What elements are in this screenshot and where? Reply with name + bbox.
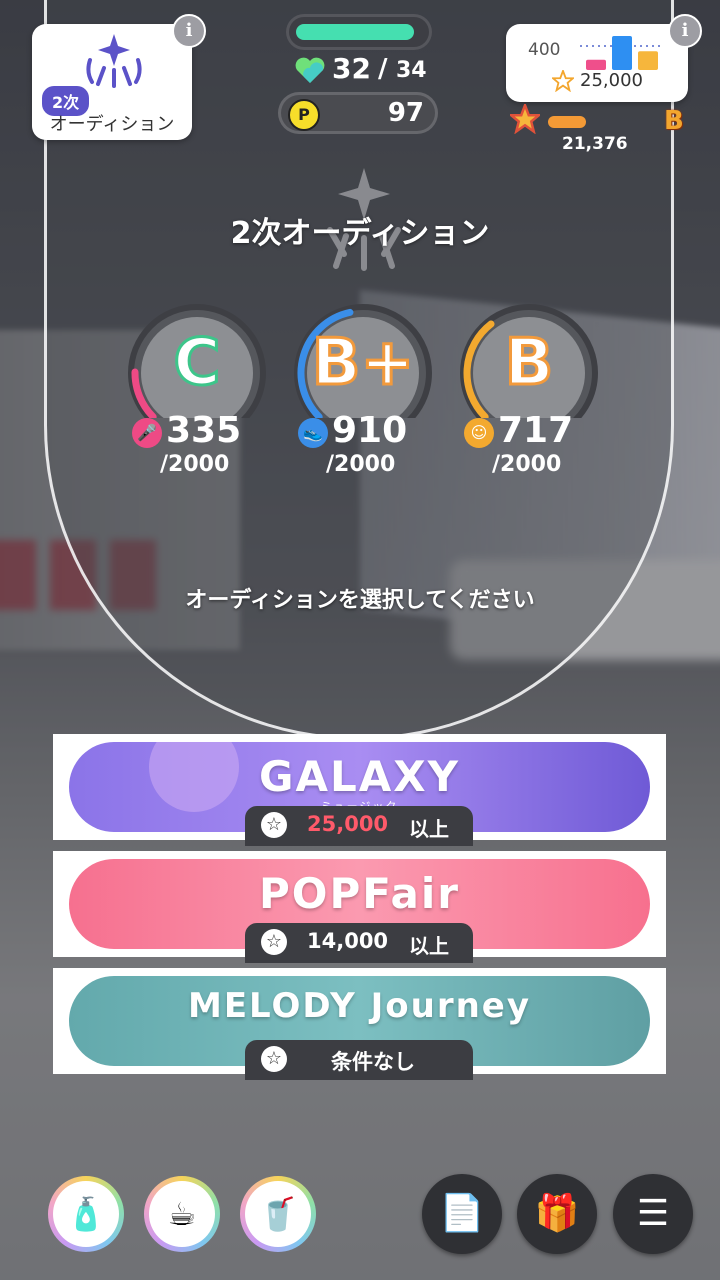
fan-progress-card[interactable]: 400 25,000: [506, 24, 688, 102]
progress-fill: [548, 116, 586, 128]
stamina-bar: [286, 14, 432, 50]
audition-popfair[interactable]: POPFair ☆ 14,000 以上: [53, 851, 666, 963]
dance-max: /2000: [326, 452, 396, 477]
visual-grade: B: [503, 325, 555, 402]
bar-graph-icon: [580, 36, 664, 70]
star-icon: ☆: [261, 1046, 287, 1072]
shoe-icon: 👟: [298, 418, 328, 448]
current-fans: 21,376: [562, 134, 628, 154]
popfair-requirement-unit: 以上: [409, 934, 449, 958]
galaxy-requirement-value: 25,000: [307, 812, 389, 836]
memo-button[interactable]: 📄: [422, 1174, 502, 1254]
shop-button[interactable]: 🎁: [517, 1174, 597, 1254]
visual-value: 717: [498, 410, 574, 451]
vocal-grade: C: [172, 325, 222, 402]
tea-cup-item[interactable]: ☕: [144, 1176, 220, 1252]
star-icon: ☆: [261, 812, 287, 838]
vocal-value: 335: [166, 410, 242, 451]
stat-dance: B+ 👟 910 /2000: [288, 298, 438, 488]
melody-logo: MELODY Journey: [187, 986, 532, 1026]
dance-value: 910: [332, 410, 408, 451]
star-rank-icon: [510, 104, 540, 134]
audition-label: オーディション: [49, 114, 175, 135]
galaxy-requirement: ☆ 25,000 以上: [245, 806, 473, 846]
tumbler-item[interactable]: 🥤: [240, 1176, 316, 1252]
stamina-fill: [296, 24, 415, 40]
target-value: 25,000: [580, 70, 643, 91]
popfair-requirement-value: 14,000: [307, 929, 389, 953]
points-value: 97: [387, 98, 424, 128]
galaxy-requirement-unit: 以上: [409, 817, 449, 841]
melody-requirement: ☆ 条件なし: [245, 1040, 473, 1080]
stamina-separator: /: [378, 54, 388, 84]
audition-stage-card[interactable]: 2次 オーディション: [32, 24, 192, 140]
stat-vocal: C 🎤 335 /2000: [122, 298, 272, 488]
vocal-max: /2000: [160, 452, 230, 477]
info-icon[interactable]: i: [172, 14, 206, 48]
points-counter: P 97: [278, 92, 438, 134]
visual-max: /2000: [492, 452, 562, 477]
melody-requirement-value: 条件なし: [331, 1050, 415, 1074]
microphone-icon: 🎤: [132, 418, 162, 448]
audition-galaxy[interactable]: GALAXY ミュージック ☆ 25,000 以上: [53, 734, 666, 846]
select-prompt: オーディションを選択してください: [185, 588, 535, 613]
stat-visual: B ☺ 717 /2000: [454, 298, 604, 488]
page-title: 2次オーディション: [230, 216, 490, 251]
popfair-requirement: ☆ 14,000 以上: [245, 923, 473, 963]
p-coin-icon: P: [288, 99, 320, 131]
drink-bottle-item[interactable]: 🧴: [48, 1176, 124, 1252]
face-icon: ☺: [464, 418, 494, 448]
star-icon: ☆: [261, 929, 287, 955]
current-grade: B: [664, 106, 684, 136]
fan-progress: B 21,376: [510, 104, 690, 156]
stamina-current: 32: [332, 52, 371, 85]
stamina-max: 34: [396, 58, 427, 83]
audition-light-icon: [86, 34, 142, 88]
dance-grade: B+: [310, 325, 415, 402]
info-icon-right[interactable]: i: [668, 14, 702, 48]
menu-button[interactable]: ☰: [613, 1174, 693, 1254]
stamina-counter: 32 / 34: [290, 52, 440, 88]
audition-melody-journey[interactable]: MELODY Journey ☆ 条件なし: [53, 968, 666, 1080]
heart-icon: [295, 57, 325, 83]
popfair-logo: POPFair: [259, 869, 460, 918]
star-icon: [552, 70, 574, 92]
low-value: 400: [528, 40, 561, 60]
galaxy-logo: GALAXY: [258, 752, 461, 801]
